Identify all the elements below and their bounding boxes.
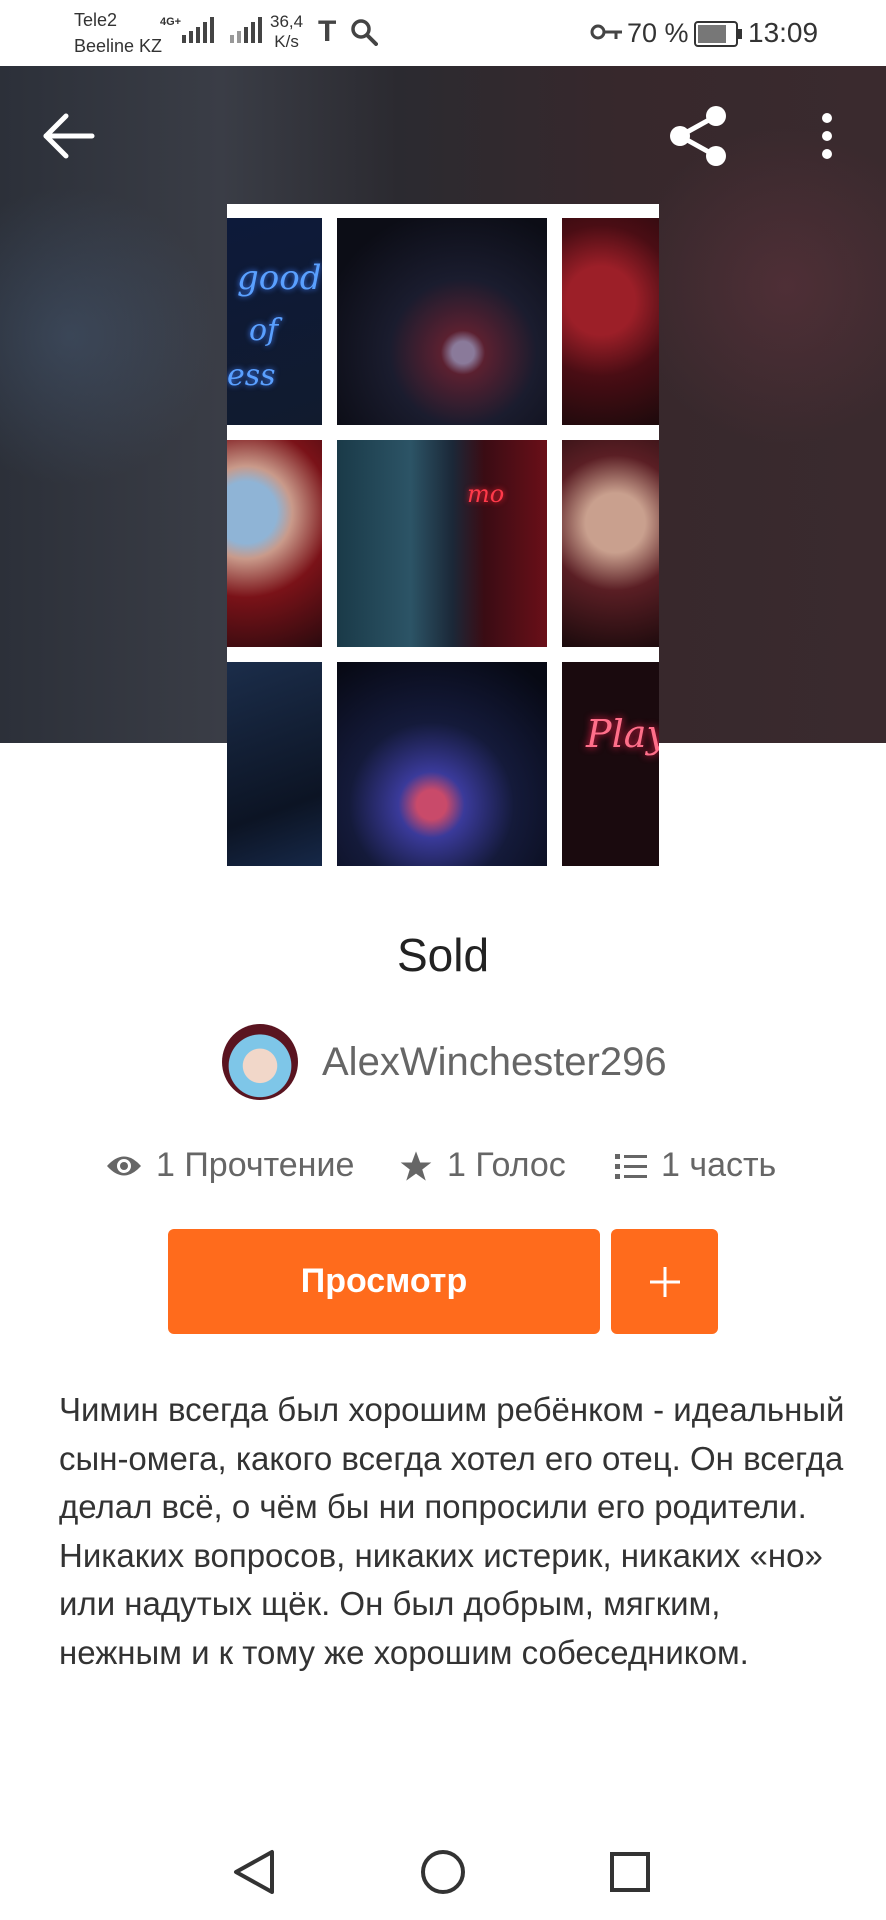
plus-icon bbox=[649, 1266, 680, 1297]
search-icon bbox=[351, 19, 378, 46]
more-vertical-icon bbox=[822, 113, 832, 159]
signal-icon bbox=[182, 17, 214, 43]
network-speed: 36,4 K/s bbox=[270, 12, 304, 51]
status-bar: Tele2 Beeline KZ 4G+ 36,4 K/s T 70 % 13:… bbox=[0, 0, 886, 66]
reads-stat: 1 Прочтение bbox=[106, 1146, 354, 1185]
circle-home-icon bbox=[421, 1850, 465, 1894]
battery-percent: 70 % bbox=[627, 18, 689, 48]
square-recents-icon bbox=[610, 1852, 650, 1892]
signal-icon-2 bbox=[230, 17, 262, 43]
list-icon bbox=[615, 1153, 647, 1179]
story-description: Чимин всегда был хорошим ребёнком - идеа… bbox=[59, 1391, 845, 1671]
network-type: 4G+ bbox=[160, 16, 182, 28]
story-title: Sold bbox=[396, 929, 490, 981]
text-icon: T bbox=[318, 15, 337, 48]
battery-icon bbox=[694, 21, 742, 47]
story-cover-image[interactable]: good of ess mo Play bbox=[227, 204, 659, 866]
system-nav-bar bbox=[0, 1820, 886, 1920]
author-name[interactable]: AlexWinchester296 bbox=[322, 1040, 667, 1085]
parts-stat: 1 часть bbox=[615, 1146, 776, 1185]
carrier-1: Tele2 bbox=[74, 10, 118, 30]
eye-icon bbox=[107, 1156, 141, 1175]
nav-back-button[interactable] bbox=[222, 1840, 286, 1904]
add-to-library-button[interactable] bbox=[611, 1229, 718, 1334]
share-icon bbox=[670, 106, 726, 166]
author-link[interactable]: AlexWinchester296 bbox=[222, 1024, 667, 1100]
star-icon bbox=[400, 1150, 432, 1181]
votes-stat: 1 Голос bbox=[399, 1146, 566, 1185]
arrow-left-icon bbox=[43, 113, 95, 159]
back-button[interactable] bbox=[40, 112, 100, 160]
nav-recents-button[interactable] bbox=[598, 1840, 662, 1904]
triangle-back-icon bbox=[234, 1850, 274, 1894]
clock: 13:09 bbox=[748, 17, 819, 48]
key-icon bbox=[590, 24, 622, 40]
avatar[interactable] bbox=[222, 1024, 298, 1100]
carrier-2: Beeline KZ bbox=[74, 36, 163, 56]
more-options-button[interactable] bbox=[810, 108, 844, 164]
read-button[interactable]: Просмотр bbox=[168, 1229, 600, 1334]
share-button[interactable] bbox=[666, 104, 730, 168]
nav-home-button[interactable] bbox=[411, 1840, 475, 1904]
